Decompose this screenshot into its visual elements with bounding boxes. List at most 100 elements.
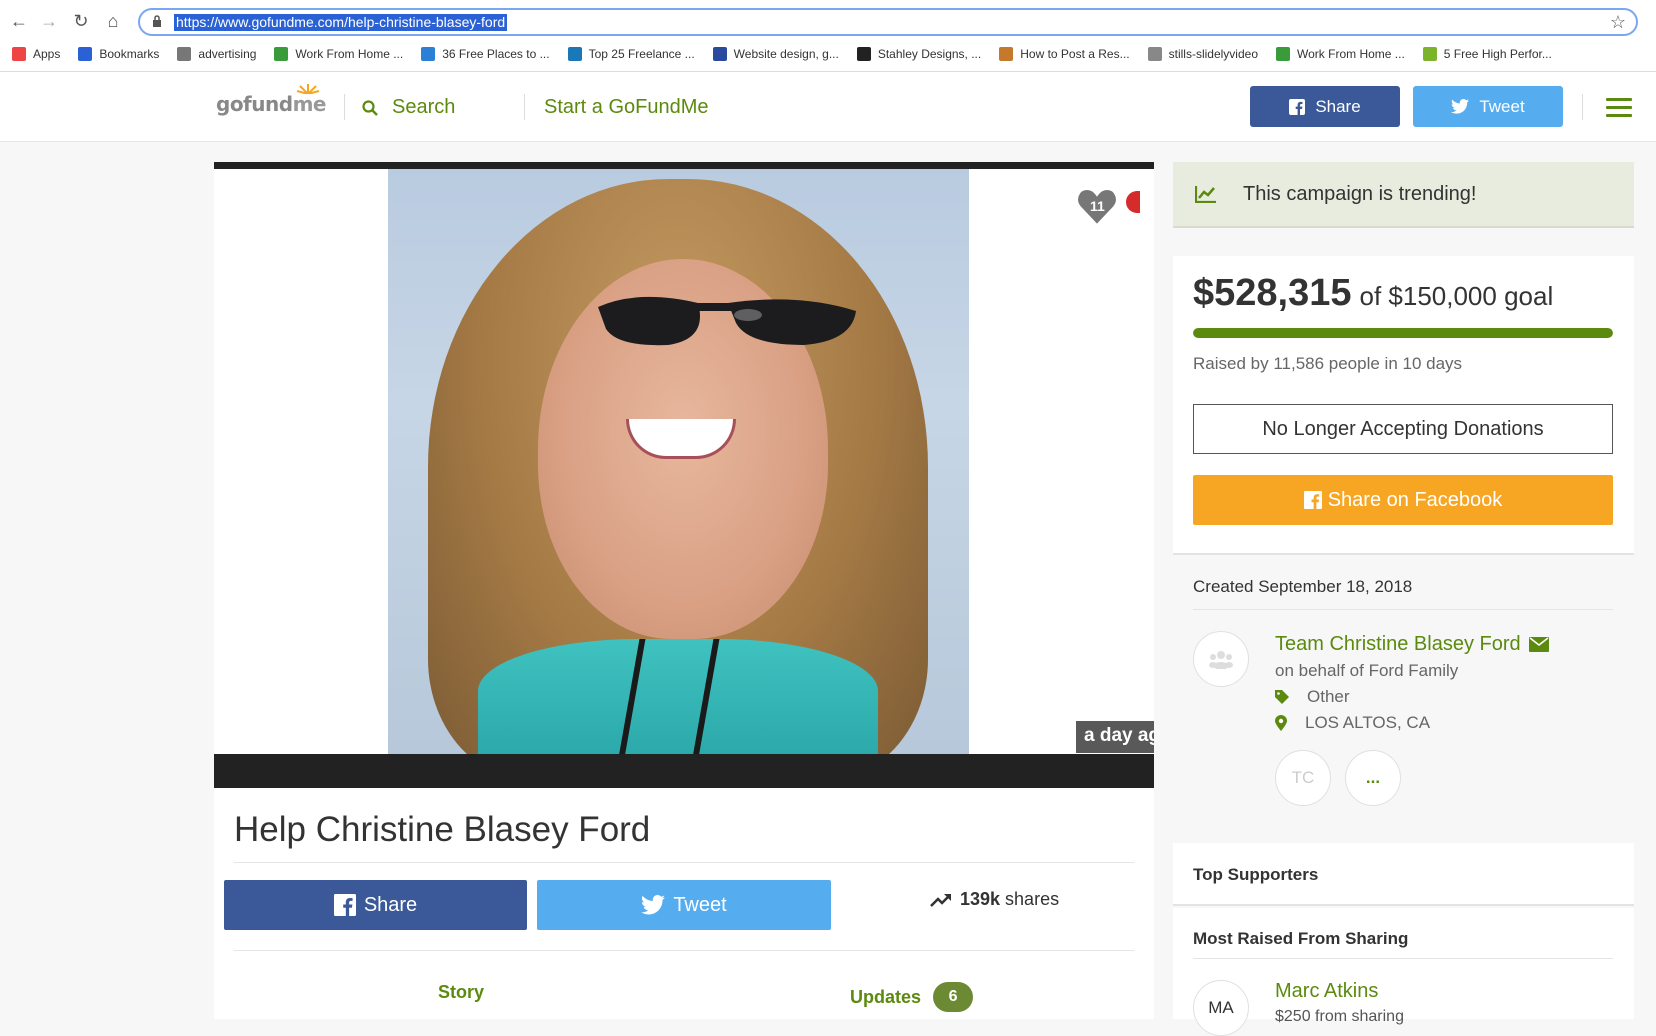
bookmark-star-icon[interactable]: ☆ (1610, 12, 1626, 33)
bookmark-label: 36 Free Places to ... (442, 47, 550, 61)
gofundme-logo[interactable]: gofundme (216, 92, 326, 116)
bookmark-label: Work From Home ... (295, 47, 404, 61)
favicon-icon (1147, 47, 1162, 61)
divider (234, 950, 1134, 951)
bookmark-item[interactable]: Work From Home ... (274, 47, 403, 61)
address-bar[interactable]: https://www.gofundme.com/help-christine-… (138, 8, 1638, 36)
bookmark-item[interactable]: Bookmarks (78, 47, 159, 61)
share-label: Share (363, 893, 418, 916)
bookmark-item[interactable]: advertising (177, 47, 256, 61)
envelope-icon[interactable] (1528, 637, 1549, 652)
facebook-icon (1303, 491, 1322, 509)
organizer-card: Created September 18, 2018 Team Christin… (1173, 557, 1634, 819)
no-longer-accepting-button[interactable]: No Longer Accepting Donations (1193, 404, 1613, 454)
tab-updates[interactable]: Updates 6 (850, 982, 974, 1012)
team-member-avatar[interactable]: TC (1275, 750, 1331, 806)
goal-text: of $150,000 goal (1359, 281, 1554, 311)
bookmark-item[interactable]: 36 Free Places to ... (421, 47, 550, 61)
share-count-label: shares (1005, 889, 1060, 909)
created-date: Created September 18, 2018 (1193, 577, 1413, 596)
header-tweet-button[interactable]: Tweet (1413, 86, 1563, 127)
tab-updates-label: Updates (850, 986, 922, 1007)
campaign-title: Help Christine Blasey Ford (234, 810, 651, 849)
favicon-icon (78, 47, 93, 61)
campaign-media: 11 a day ago (214, 162, 1154, 788)
live-indicator (1126, 191, 1140, 213)
share-button[interactable]: Share (224, 880, 527, 930)
forward-icon[interactable]: → (38, 10, 60, 32)
favicon-icon (856, 47, 871, 61)
bookmark-label: Bookmarks (99, 47, 160, 61)
header-search[interactable]: Search (362, 96, 455, 119)
location: LOS ALTOS, CA (1275, 713, 1430, 733)
logo-text-me: me (292, 92, 327, 116)
favicon-icon (421, 47, 436, 61)
favicon-icon (274, 47, 289, 61)
raised-amount: $528,315 (1193, 272, 1352, 314)
bookmark-label: advertising (198, 47, 257, 61)
more-team-button[interactable]: ... (1345, 750, 1401, 806)
home-icon[interactable]: ⌂ (102, 10, 124, 32)
share-on-facebook-button[interactable]: Share on Facebook (1193, 475, 1613, 525)
bookmark-item[interactable]: Stahley Designs, ... (856, 47, 982, 61)
bookmark-item[interactable]: Top 25 Freelance ... (567, 47, 695, 61)
header-divider (1582, 94, 1583, 120)
organizer-name[interactable]: Team Christine Blasey Ford (1275, 633, 1549, 656)
category-text: Other (1307, 687, 1350, 706)
heart-count: 11 (1090, 198, 1105, 214)
header-divider (344, 94, 345, 120)
supporter-amount: $250 from sharing (1275, 1008, 1404, 1025)
tweet-label: Tweet (1479, 96, 1525, 116)
facebook-icon (1289, 98, 1306, 115)
location-text: LOS ALTOS, CA (1305, 713, 1431, 732)
campaign-title-card: Help Christine Blasey Ford Share Tweet 1… (214, 788, 1154, 1019)
top-supporters-heading: Top Supporters (1193, 865, 1319, 884)
bookmark-item[interactable]: Website design, g... (712, 47, 839, 61)
chart-icon (1195, 186, 1216, 203)
supporter-name[interactable]: Marc Atkins (1275, 980, 1378, 1003)
header-share-button[interactable]: Share (1250, 86, 1400, 127)
url-text: https://www.gofundme.com/help-christine-… (174, 14, 508, 31)
twitter-icon (1451, 99, 1470, 114)
favicon-icon (712, 47, 727, 61)
top-supporters-card: Top Supporters (1173, 843, 1634, 906)
bookmark-label: Stahley Designs, ... (877, 47, 982, 61)
share-label: Share (1315, 96, 1361, 116)
supporter-avatar: MA (1193, 980, 1249, 1036)
search-label: Search (392, 96, 456, 118)
start-gofundme-link[interactable]: Start a GoFundMe (544, 96, 709, 119)
bookmark-item[interactable]: stills-slidelyvideo (1147, 47, 1258, 61)
organizer-avatar (1193, 631, 1249, 687)
folder-icon (177, 47, 192, 61)
bookmark-item[interactable]: How to Post a Res... (999, 47, 1130, 61)
divider (1193, 958, 1613, 959)
favicon-icon (1276, 47, 1290, 61)
raised-summary: $528,315 of $150,000 goal (1193, 272, 1553, 315)
team-icon (1209, 651, 1233, 669)
share-count-number: 139k (960, 889, 1001, 909)
bookmark-item[interactable]: Work From Home ... (1276, 47, 1405, 61)
time-badge: a day ago (1076, 721, 1154, 753)
bookmark-item[interactable]: Apps (12, 47, 60, 61)
tweet-button[interactable]: Tweet (537, 880, 831, 930)
menu-icon[interactable] (1606, 98, 1632, 117)
most-raised-card: Most Raised From Sharing MA Marc Atkins … (1173, 908, 1634, 1036)
back-icon[interactable]: ← (8, 10, 30, 32)
facebook-icon (333, 894, 356, 916)
media-bar (214, 754, 1154, 788)
most-raised-heading: Most Raised From Sharing (1193, 929, 1409, 948)
reload-icon[interactable]: ↻ (70, 10, 92, 32)
organizer-name-text: Team Christine Blasey Ford (1275, 633, 1521, 655)
lock-icon (153, 15, 161, 27)
bookmark-item[interactable]: 5 Free High Perfor... (1422, 47, 1552, 61)
trending-banner: This campaign is trending! (1173, 162, 1634, 228)
raised-by-text: Raised by 11,586 people in 10 days (1193, 354, 1463, 373)
bookmark-label: How to Post a Res... (1020, 47, 1130, 61)
favicon-icon (999, 47, 1014, 61)
campaign-photo[interactable] (388, 169, 969, 754)
share-count: 139k shares (930, 889, 1059, 910)
tab-story[interactable]: Story (438, 982, 484, 1003)
on-behalf-of: on behalf of Ford Family (1275, 661, 1459, 680)
trending-up-icon (930, 893, 951, 907)
tweet-label: Tweet (673, 893, 727, 916)
